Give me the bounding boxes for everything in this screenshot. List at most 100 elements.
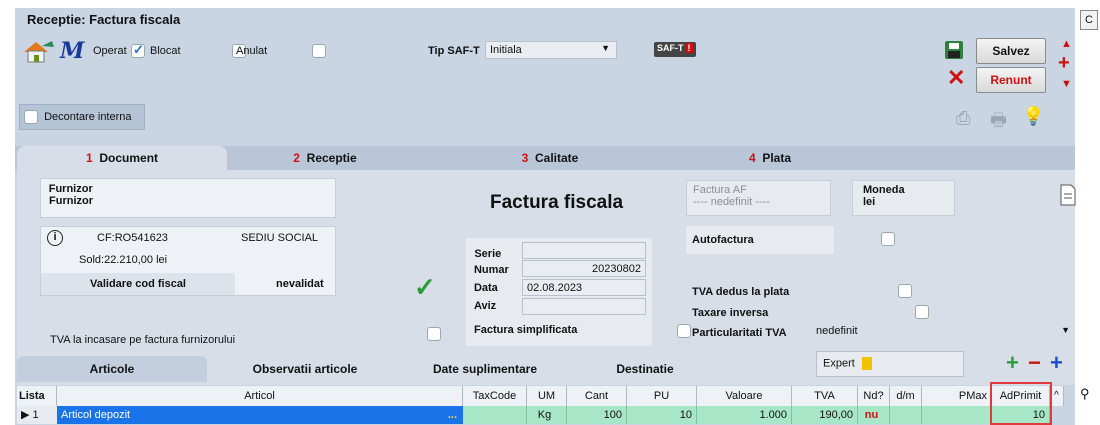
decontare-toggle[interactable]: Decontare interna: [19, 104, 145, 130]
remove-row-icon[interactable]: −: [1028, 350, 1041, 376]
operat-label: Operat: [93, 45, 127, 57]
anulat-checkbox[interactable]: [312, 44, 327, 58]
validare-cod-fiscal-button[interactable]: Validare cod fiscal: [41, 273, 235, 295]
subtab-articole[interactable]: Articole: [17, 356, 207, 382]
serie-text: Serie: [474, 248, 502, 260]
col-pmax[interactable]: PMax: [922, 386, 992, 406]
arrow-down-icon[interactable]: ▼: [1061, 78, 1072, 90]
simplificata-checkbox[interactable]: [677, 324, 692, 338]
row-valoare[interactable]: 1.000: [697, 406, 792, 424]
arrow-up-icon[interactable]: ▲: [1061, 38, 1072, 50]
tab-document-label: Document: [99, 151, 159, 165]
expert-label: Expert: [823, 357, 855, 370]
aviz-input[interactable]: [522, 298, 646, 315]
tip-saft-value: Initiala: [490, 44, 522, 56]
particularitati-label: Particularitati TVA: [692, 327, 787, 339]
particularitati-select[interactable]: nedefinit ▼: [812, 322, 1074, 342]
lightbulb-icon[interactable]: 💡: [1022, 106, 1044, 127]
cancel-x-icon: ✕: [947, 65, 966, 90]
decontare-checkbox[interactable]: [24, 110, 38, 124]
tva-dedus-checkbox[interactable]: [898, 284, 913, 298]
factura-af-label: Factura AF: [693, 184, 747, 196]
col-articol[interactable]: Articol: [57, 386, 463, 406]
add-row-icon[interactable]: +: [1006, 350, 1019, 376]
m-logo-icon[interactable]: M: [60, 38, 84, 64]
tab-calitate[interactable]: 3 Calitate: [480, 146, 620, 170]
subtab-destinatie[interactable]: Destinatie: [580, 356, 710, 382]
row-taxcode[interactable]: [463, 406, 527, 424]
saft-badge[interactable]: SAF-T!: [654, 42, 696, 57]
col-tva[interactable]: TVA: [792, 386, 858, 406]
save-button[interactable]: Salvez: [976, 38, 1046, 64]
chevron-down-icon: ▼: [601, 43, 610, 53]
scroll-up-icon[interactable]: ^: [1050, 386, 1064, 406]
expert-button[interactable]: Expert: [816, 351, 964, 377]
aviz-text: Aviz: [473, 300, 497, 312]
info-icon[interactable]: i: [47, 230, 63, 246]
tab-receptie-num: 2: [293, 151, 300, 165]
operat-checkbox[interactable]: [131, 42, 145, 58]
col-taxcode[interactable]: TaxCode: [463, 386, 527, 406]
moneda-box[interactable]: Moneda lei: [852, 180, 955, 216]
col-lista[interactable]: Lista: [17, 386, 57, 406]
furnizor-box[interactable]: FFurnizor Furnizor: [40, 178, 336, 218]
col-dm[interactable]: d/m: [890, 386, 922, 406]
tip-saft-label: Tip SAF-T: [428, 45, 480, 57]
document-title: Factura fiscala: [490, 192, 624, 213]
autofactura-label: Autofactura: [692, 234, 754, 246]
data-text: Data: [473, 282, 498, 294]
tab-plata-label: Plata: [762, 151, 792, 165]
decontare-label: Decontare interna: [44, 110, 132, 123]
col-valoare[interactable]: Valoare: [697, 386, 792, 406]
row-um[interactable]: Kg: [527, 406, 567, 424]
row-indicator[interactable]: ▶ 1: [17, 406, 57, 424]
row-articol-value: Articol depozit: [61, 409, 131, 421]
data-input[interactable]: 02.08.2023: [522, 279, 646, 296]
tab-document[interactable]: 1 Document: [17, 146, 227, 170]
furnizor-heading: FFurnizor: [48, 183, 327, 195]
autofactura-checkbox[interactable]: [881, 232, 896, 246]
row-pmax[interactable]: [922, 406, 992, 424]
row-nd[interactable]: nu: [858, 406, 890, 424]
row-tva[interactable]: 190,00: [792, 406, 858, 424]
col-nd[interactable]: Nd?: [858, 386, 890, 406]
tab-plata[interactable]: 4 Plata: [700, 146, 840, 170]
furnizor-name: Furnizor: [49, 195, 93, 207]
serie-input[interactable]: [522, 242, 646, 259]
col-pu[interactable]: PU: [627, 386, 697, 406]
col-cant[interactable]: Cant: [567, 386, 627, 406]
taxare-inversa-checkbox[interactable]: [915, 305, 930, 319]
plus-icon[interactable]: +: [1058, 53, 1070, 73]
search-icon[interactable]: ⚲: [1080, 386, 1090, 402]
cancel-button[interactable]: Renunt: [976, 67, 1046, 93]
tab-plata-num: 4: [748, 151, 756, 165]
factura-af-box[interactable]: Factura AF ---- nedefinit ----: [686, 180, 831, 216]
subtab-observatii[interactable]: Observatii articole: [210, 356, 400, 382]
data-label: DData: [473, 282, 498, 294]
cancel-button-label: Renunt: [990, 73, 1032, 87]
checkmark-icon: ✓: [414, 272, 436, 302]
anulat-label: Anulat: [236, 45, 268, 57]
factura-af-value: ---- nedefinit ----: [693, 196, 771, 208]
print-preview-icon[interactable]: ⎙: [956, 108, 970, 129]
edge-button[interactable]: C: [1080, 10, 1098, 30]
tab-receptie[interactable]: 2 Receptie: [245, 146, 405, 170]
insert-row-icon[interactable]: +: [1050, 350, 1063, 376]
document-icon[interactable]: [1060, 184, 1076, 209]
row-dm[interactable]: [890, 406, 922, 424]
subtab-date-suplimentare[interactable]: Date suplimentare: [400, 356, 570, 382]
col-um[interactable]: UM: [527, 386, 567, 406]
row-cant[interactable]: 100: [567, 406, 627, 424]
numar-text: Numar: [473, 264, 509, 276]
printer-icon[interactable]: 🖶: [990, 108, 1007, 138]
tip-saft-select[interactable]: Initiala ▼: [485, 41, 617, 59]
adprimit-highlight: [990, 382, 1052, 425]
tva-incasare-checkbox[interactable]: [427, 327, 442, 341]
home-icon[interactable]: [22, 38, 56, 67]
numar-input[interactable]: 20230802: [522, 260, 646, 277]
tab-document-num: 1: [85, 151, 93, 165]
row-articol-ellipsis[interactable]: ...: [448, 406, 457, 424]
row-pointer-icon: ▶: [21, 409, 30, 421]
row-pu[interactable]: 10: [627, 406, 697, 424]
row-articol[interactable]: Articol depozit ...: [57, 406, 463, 424]
